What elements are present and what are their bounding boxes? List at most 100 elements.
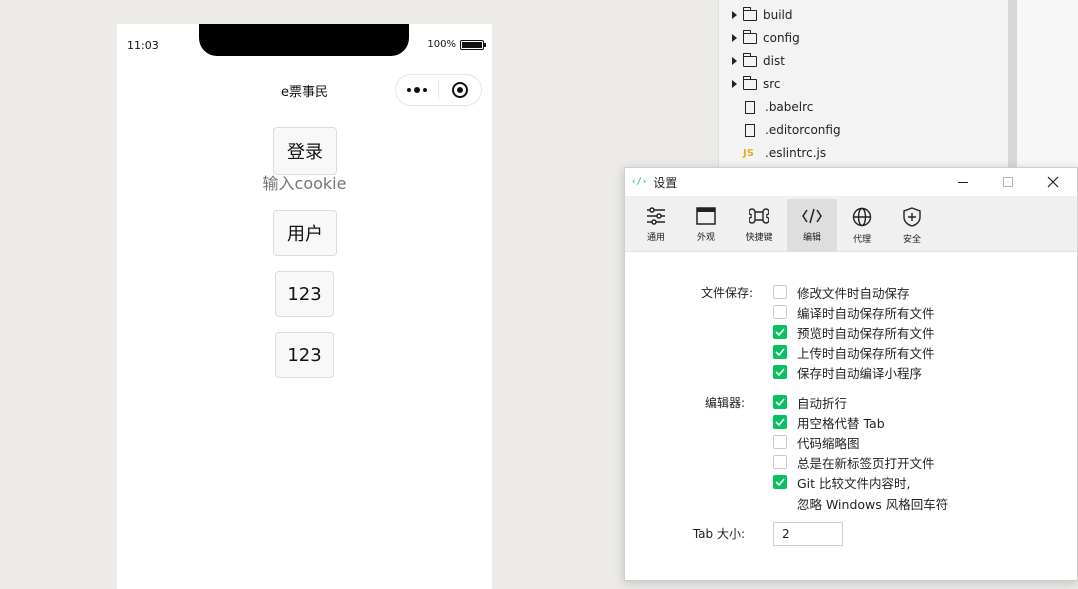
phone-notch bbox=[199, 24, 409, 56]
minimize-button[interactable] bbox=[940, 168, 986, 196]
tab-size-input[interactable] bbox=[773, 522, 843, 546]
maximize-icon bbox=[1003, 177, 1013, 187]
user-button[interactable]: 用户 bbox=[273, 210, 337, 256]
option-word-wrap[interactable]: 自动折行 bbox=[773, 392, 847, 412]
folder-icon bbox=[742, 6, 757, 21]
checkbox-checked[interactable] bbox=[773, 415, 787, 429]
file-icon bbox=[745, 123, 755, 137]
tree-folder-config[interactable]: config bbox=[719, 27, 800, 49]
js-icon: JS bbox=[743, 147, 754, 159]
login-button[interactable]: 登录 bbox=[273, 127, 337, 175]
target-icon bbox=[452, 82, 468, 98]
checkbox[interactable] bbox=[773, 285, 787, 299]
option-save-on-preview[interactable]: 预览时自动保存所有文件 bbox=[773, 322, 935, 342]
tree-item-label: .eslintrc.js bbox=[765, 146, 827, 160]
sliders-icon bbox=[647, 207, 665, 225]
option-label: 上传时自动保存所有文件 bbox=[797, 345, 935, 361]
capsule-menu bbox=[395, 74, 482, 106]
tree-item-label: src bbox=[763, 77, 781, 91]
tree-folder-build[interactable]: build bbox=[719, 4, 793, 26]
checkbox-checked[interactable] bbox=[773, 325, 787, 339]
tab-general[interactable]: 通用 bbox=[631, 199, 681, 252]
option-git-sub-label: 忽略 Windows 风格回车符 bbox=[797, 497, 949, 512]
explorer-scrollbar[interactable] bbox=[1008, 0, 1017, 170]
tree-item-label: .babelrc bbox=[765, 100, 814, 114]
tab-label: 安全 bbox=[902, 235, 921, 245]
tab-editor[interactable]: 编辑 bbox=[787, 199, 837, 252]
option-open-in-new-tab[interactable]: 总是在新标签页打开文件 bbox=[773, 452, 935, 472]
tree-item-label: config bbox=[763, 31, 800, 45]
tab-proxy[interactable]: 代理 bbox=[837, 199, 887, 252]
option-label: 用空格代替 Tab bbox=[797, 415, 885, 431]
tab-label: 代理 bbox=[852, 235, 871, 245]
checkbox[interactable] bbox=[773, 455, 787, 469]
tab-label: 通用 bbox=[646, 233, 665, 243]
folder-icon bbox=[742, 52, 757, 67]
number-button-2[interactable]: 123 bbox=[275, 332, 334, 378]
tab-security[interactable]: 安全 bbox=[887, 199, 937, 252]
expand-arrow-icon[interactable] bbox=[732, 34, 737, 42]
tree-folder-src[interactable]: src bbox=[719, 73, 781, 95]
tree-file-editorconfig[interactable]: .editorconfig bbox=[719, 119, 841, 141]
tab-label: 快捷键 bbox=[745, 233, 773, 243]
option-label: 自动折行 bbox=[797, 395, 848, 411]
checkbox-checked[interactable] bbox=[773, 365, 787, 379]
file-explorer: build config dist src .babelrc .editorco… bbox=[718, 0, 1008, 170]
option-label: 预览时自动保存所有文件 bbox=[797, 325, 935, 341]
tab-appearance[interactable]: 外观 bbox=[681, 199, 731, 252]
more-button[interactable] bbox=[396, 75, 438, 105]
option-label: Git 比较文件内容时, bbox=[797, 475, 911, 491]
tree-folder-dist[interactable]: dist bbox=[719, 50, 785, 72]
tree-item-label: dist bbox=[763, 54, 785, 68]
devtools-logo-icon: ‹/› bbox=[631, 177, 648, 187]
close-button[interactable] bbox=[1030, 168, 1076, 196]
close-icon bbox=[1047, 176, 1059, 188]
command-icon bbox=[749, 208, 769, 224]
number-button-1[interactable]: 123 bbox=[275, 271, 334, 317]
editor-background bbox=[1017, 0, 1078, 170]
checkbox[interactable] bbox=[773, 305, 787, 319]
tree-file-babelrc[interactable]: .babelrc bbox=[719, 96, 813, 118]
expand-arrow-icon[interactable] bbox=[732, 11, 737, 19]
option-save-on-compile[interactable]: 编译时自动保存所有文件 bbox=[773, 302, 935, 322]
option-minimap[interactable]: 代码缩略图 bbox=[773, 432, 860, 452]
tree-file-eslintrc[interactable]: JS .eslintrc.js bbox=[719, 142, 826, 164]
file-icon bbox=[745, 100, 755, 114]
option-label: 编译时自动保存所有文件 bbox=[797, 305, 935, 321]
maximize-button[interactable] bbox=[985, 168, 1031, 196]
status-time: 11:03 bbox=[127, 39, 159, 52]
checkbox[interactable] bbox=[773, 435, 787, 449]
battery-fill bbox=[462, 41, 482, 48]
tab-size-label: Tab 大小: bbox=[692, 527, 745, 541]
option-spaces-for-tab[interactable]: 用空格代替 Tab bbox=[773, 412, 885, 432]
code-icon bbox=[802, 208, 822, 224]
option-label: 保存时自动编译小程序 bbox=[797, 365, 923, 381]
option-save-on-modify[interactable]: 修改文件时自动保存 bbox=[773, 282, 910, 302]
tab-label: 编辑 bbox=[802, 233, 821, 243]
close-miniprogram-button[interactable] bbox=[439, 75, 481, 105]
phone-simulator: 11:03 100% e票事民 登录 用户 123 123 bbox=[117, 24, 492, 589]
battery-icon bbox=[460, 39, 486, 50]
checkbox-checked[interactable] bbox=[773, 475, 787, 489]
folder-icon bbox=[742, 75, 757, 90]
file-save-label: 文件保存: bbox=[700, 286, 753, 300]
folder-icon bbox=[742, 29, 757, 44]
option-label: 修改文件时自动保存 bbox=[797, 285, 910, 301]
settings-tabbar: 通用 外观 快捷键 编辑 代理 安全 bbox=[625, 196, 1077, 252]
cookie-input[interactable] bbox=[237, 174, 372, 193]
expand-arrow-icon[interactable] bbox=[732, 80, 737, 88]
checkbox-checked[interactable] bbox=[773, 345, 787, 359]
option-save-on-upload[interactable]: 上传时自动保存所有文件 bbox=[773, 342, 935, 362]
tab-shortcuts[interactable]: 快捷键 bbox=[734, 199, 784, 252]
dialog-titlebar[interactable]: ‹/› 设置 bbox=[625, 168, 1077, 196]
tree-item-label: .editorconfig bbox=[765, 123, 841, 137]
tree-item-label: build bbox=[763, 8, 793, 22]
option-compile-on-save[interactable]: 保存时自动编译小程序 bbox=[773, 362, 922, 382]
option-git-ignore-crlf[interactable]: Git 比较文件内容时, bbox=[773, 472, 911, 492]
option-label: 代码缩略图 bbox=[797, 435, 860, 451]
status-battery: 100% bbox=[427, 39, 486, 50]
expand-arrow-icon[interactable] bbox=[732, 57, 737, 65]
settings-dialog: ‹/› 设置 通用 外观 快捷键 编辑 代理 安全 文件保存: 修改文件时自动保… bbox=[624, 167, 1078, 581]
globe-icon bbox=[852, 207, 872, 227]
checkbox-checked[interactable] bbox=[773, 395, 787, 409]
